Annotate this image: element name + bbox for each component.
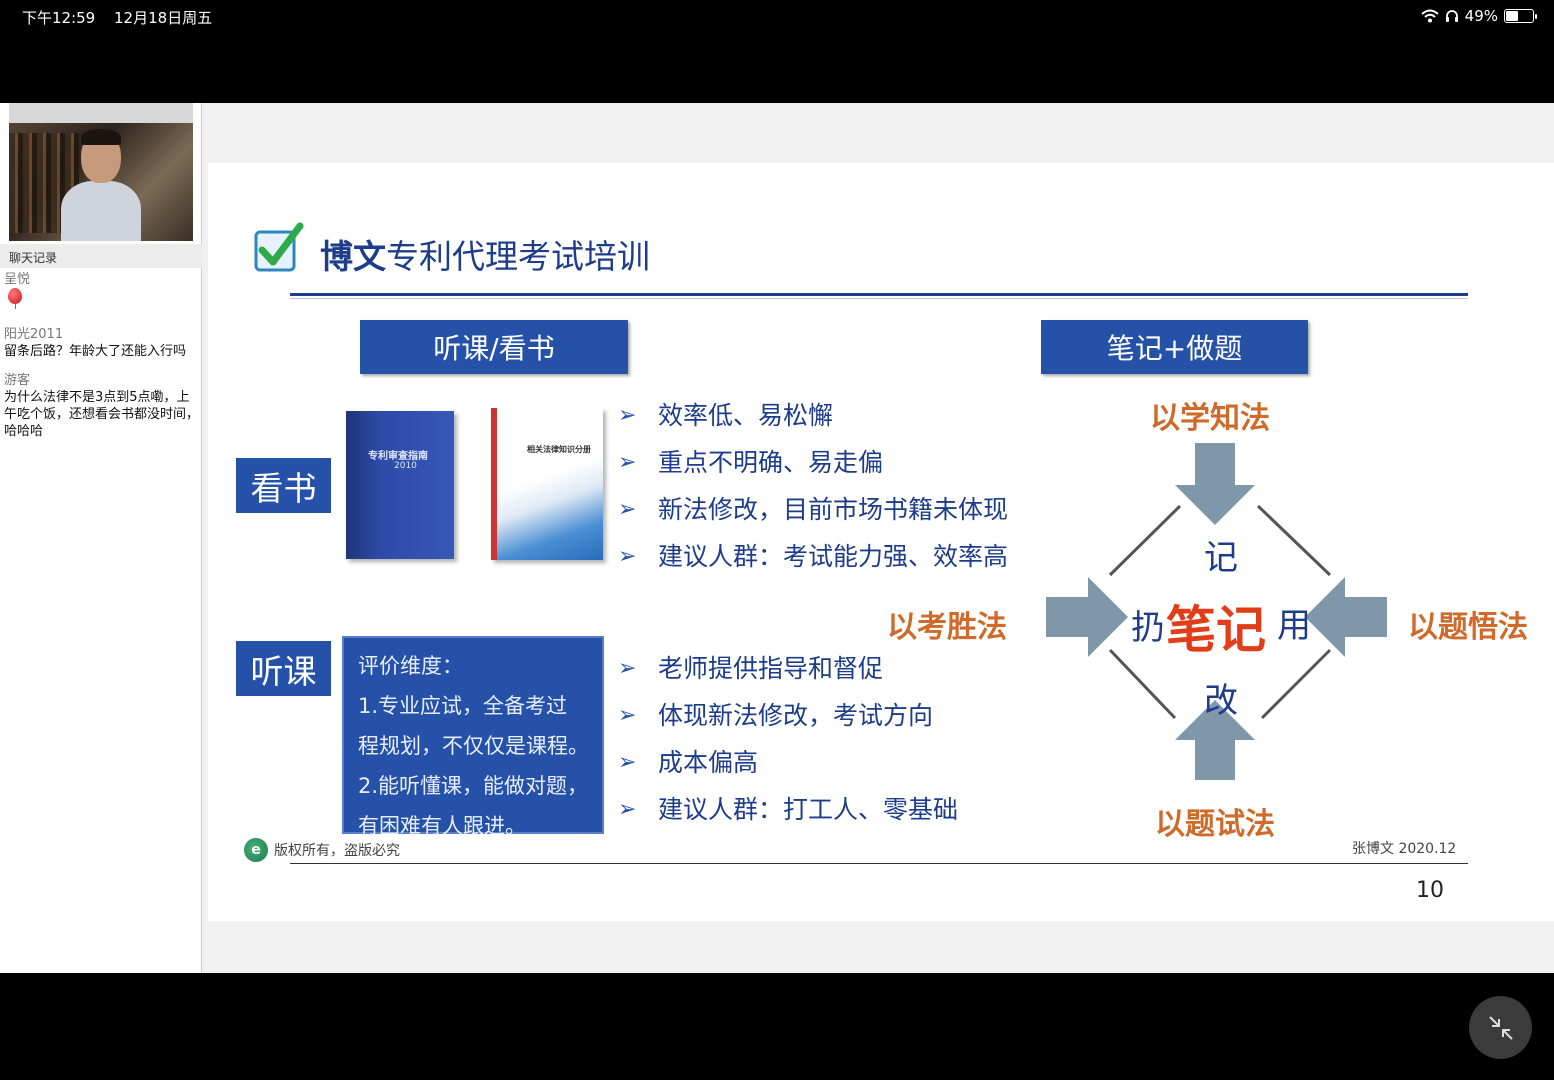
arrow-bullet-icon: ➢ bbox=[618, 656, 637, 681]
arrow-down-icon bbox=[1175, 443, 1255, 525]
book2-title: 相关法律知识分册 bbox=[527, 445, 591, 454]
notes-practice-header: 笔记+做题 bbox=[1041, 320, 1308, 374]
bullet-item: ➢ 重点不明确、易走偏 bbox=[618, 445, 1008, 492]
read-bullets: ➢ 效率低、易松懈 ➢ 重点不明确、易走偏 ➢ 新法修改，目前市场书籍未体现 ➢ 建议人… bbox=[618, 398, 1008, 586]
speaker-hair bbox=[81, 129, 121, 145]
listen-read-header: 听课/看书 bbox=[360, 320, 628, 374]
bullet-item: ➢ 成本偏高 bbox=[618, 745, 958, 792]
bullet-text: 老师提供指导和督促 bbox=[658, 654, 884, 683]
status-bar: 下午12:59 12月18日周五 49% bbox=[0, 0, 1554, 34]
balloon-icon bbox=[8, 288, 24, 309]
eval-line: 2.能听懂课，能做对题， bbox=[358, 774, 589, 798]
bullet-item: ➢ 老师提供指导和督促 bbox=[618, 651, 958, 698]
chat-message: 呈悦 bbox=[4, 271, 199, 309]
title-divider-shadow bbox=[290, 298, 1468, 299]
arrow-bullet-icon: ➢ bbox=[618, 403, 637, 428]
video-ceiling bbox=[9, 103, 193, 123]
chat-user: 游客 bbox=[4, 373, 31, 388]
bullet-text: 建议人群：打工人、零基础 bbox=[658, 795, 959, 824]
slide-footer-left: e 版权所有，盗版必究 bbox=[244, 838, 400, 862]
title-divider bbox=[290, 293, 1468, 296]
eval-line: 1.专业应试，全备考过 bbox=[358, 694, 568, 718]
listen-tag: 听课 bbox=[236, 641, 331, 696]
status-right: 49% bbox=[1420, 7, 1537, 25]
left-panel: 聊天记录 呈悦 阳光2011 留条后路？年龄大了还能入行吗 游客 为什么法律不是… bbox=[0, 103, 202, 973]
exit-fullscreen-button[interactable] bbox=[1469, 996, 1532, 1059]
checkbox-logo-icon bbox=[254, 222, 304, 272]
eval-line: 评价维度： bbox=[358, 654, 463, 678]
book1-year: 2010 bbox=[394, 461, 417, 471]
speaker-video[interactable] bbox=[9, 103, 193, 241]
video-speaker bbox=[61, 129, 141, 241]
diamond-edge-ne bbox=[1256, 504, 1332, 577]
diamond-edge-se bbox=[1260, 648, 1332, 720]
bullet-text: 新法修改，目前市场书籍未体现 bbox=[658, 495, 1009, 524]
slide-footer-right: 张博文 2020.12 bbox=[1352, 841, 1457, 857]
book-cover-guide: 专利审查指南 2010 bbox=[346, 411, 454, 559]
battery-fill bbox=[1506, 11, 1519, 21]
diamond-edge-nw bbox=[1108, 504, 1182, 577]
status-time: 下午12:59 bbox=[22, 9, 96, 27]
diagram-char-north: 记 bbox=[1204, 538, 1238, 578]
bullet-text: 重点不明确、易走偏 bbox=[658, 448, 884, 477]
footer-divider bbox=[290, 863, 1468, 864]
eval-line: 程规划，不仅仅是课程。 bbox=[358, 734, 589, 758]
bullet-item: ➢ 体现新法修改，考试方向 bbox=[618, 698, 958, 745]
brand-logo-icon: e bbox=[244, 838, 268, 862]
diagram-label-top: 以学知法 bbox=[1150, 401, 1270, 436]
arrow-bullet-icon: ➢ bbox=[618, 797, 637, 822]
chat-log[interactable]: 呈悦 阳光2011 留条后路？年龄大了还能入行吗 游客 为什么法律不是3点到5点… bbox=[4, 271, 199, 452]
bullet-text: 建议人群：考试能力强、效率高 bbox=[658, 542, 1009, 571]
bullet-text: 成本偏高 bbox=[658, 748, 759, 777]
bullet-item: ➢ 效率低、易松懈 bbox=[618, 398, 1008, 445]
chat-text: 留条后路？年龄大了还能入行吗 bbox=[4, 344, 187, 359]
arrow-bullet-icon: ➢ bbox=[618, 544, 637, 569]
diagram-char-south: 改 bbox=[1204, 681, 1238, 721]
bullet-item: ➢ 建议人群：考试能力强、效率高 bbox=[618, 539, 1008, 586]
book-cover-law: 相关法律知识分册 bbox=[491, 408, 603, 560]
wifi-icon bbox=[1420, 9, 1439, 23]
status-left: 下午12:59 12月18日周五 bbox=[22, 7, 226, 28]
status-date: 12月18日周五 bbox=[114, 9, 213, 27]
diagram-center: 笔记 bbox=[1166, 601, 1266, 659]
evaluation-box: 评价维度： 1.专业应试，全备考过 程规划，不仅仅是课程。 2.能听懂课，能做对… bbox=[342, 636, 604, 838]
slide-title-bold: 博文 bbox=[320, 237, 386, 276]
diagram-label-bottom: 以题试法 bbox=[1155, 807, 1275, 842]
diagram-label-right: 以题悟法 bbox=[1408, 610, 1528, 645]
bullet-text: 效率低、易松懈 bbox=[658, 401, 834, 430]
bullet-item: ➢ 建议人群：打工人、零基础 bbox=[618, 792, 958, 839]
speaker-torso bbox=[61, 181, 141, 241]
chat-user: 呈悦 bbox=[4, 272, 31, 287]
slide-title-rest: 专利代理考试培训 bbox=[386, 237, 650, 276]
slide-page-number: 10 bbox=[1416, 878, 1444, 903]
headphones-icon bbox=[1445, 10, 1458, 22]
read-tag: 看书 bbox=[236, 458, 331, 513]
bullet-item: ➢ 新法修改，目前市场书籍未体现 bbox=[618, 492, 1008, 539]
chat-user: 阳光2011 bbox=[4, 327, 64, 342]
bullet-text: 体现新法修改，考试方向 bbox=[658, 701, 934, 730]
chat-message: 阳光2011 留条后路？年龄大了还能入行吗 bbox=[4, 326, 199, 360]
diagram-label-left: 以考胜法 bbox=[887, 610, 1007, 645]
arrow-right-icon bbox=[1046, 577, 1128, 657]
arrow-left-icon bbox=[1305, 577, 1387, 657]
arrow-bullet-icon: ➢ bbox=[618, 450, 637, 475]
chat-text: 为什么法律不是3点到5点嘞，上午吃个饭，还想看会书都没时间，哈哈哈 bbox=[4, 390, 200, 439]
collapse-arrows-icon bbox=[1488, 1015, 1513, 1040]
diagram-char-east: 用 bbox=[1277, 606, 1311, 646]
diagram-char-west: 扔 bbox=[1131, 608, 1165, 648]
chat-message: 游客 为什么法律不是3点到5点嘞，上午吃个饭，还想看会书都没时间，哈哈哈 bbox=[4, 372, 199, 440]
arrow-bullet-icon: ➢ bbox=[618, 750, 637, 775]
arrow-bullet-icon: ➢ bbox=[618, 703, 637, 728]
battery-percent: 49% bbox=[1464, 7, 1498, 25]
listen-bullets: ➢ 老师提供指导和督促 ➢ 体现新法修改，考试方向 ➢ 成本偏高 ➢ 建议人群：打工人、… bbox=[618, 651, 958, 839]
slide-title: 博文专利代理考试培训 bbox=[320, 230, 650, 278]
battery-icon bbox=[1504, 9, 1537, 23]
book1-title: 专利审查指南 bbox=[368, 451, 428, 462]
copyright-text: 版权所有，盗版必究 bbox=[274, 843, 400, 859]
chat-header: 聊天记录 bbox=[0, 244, 202, 268]
arrow-bullet-icon: ➢ bbox=[618, 497, 637, 522]
